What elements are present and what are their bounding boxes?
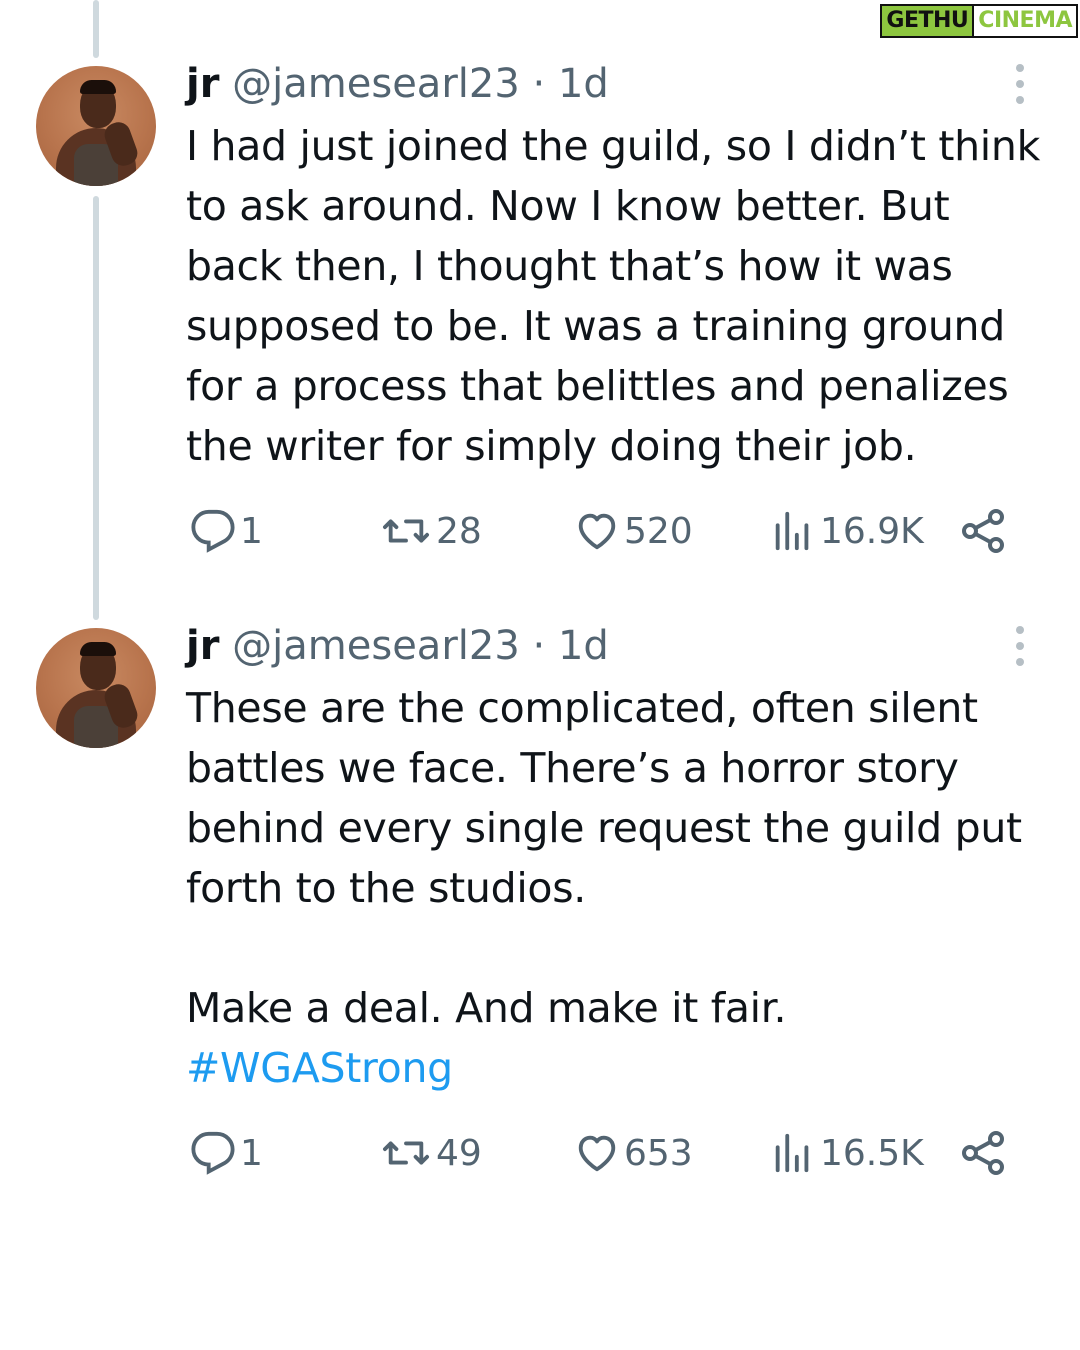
views-button[interactable]: 16.9K bbox=[770, 506, 924, 556]
tweet-text: I had just joined the guild, so I didn’t… bbox=[186, 116, 1056, 476]
tweet-text-line: back then, I thought that’s how it was bbox=[186, 242, 953, 290]
user-handle[interactable]: @jamesearl23 bbox=[232, 61, 520, 107]
tweet-header: jr @jamesearl23 · 1d bbox=[186, 622, 609, 670]
retweet-button[interactable]: 28 bbox=[380, 506, 482, 556]
watermark-logo: GETHU CINEMA bbox=[880, 4, 1078, 38]
tweet-actions: 1 28 520 16.9K bbox=[186, 506, 1026, 556]
reply-bubble-icon bbox=[190, 1130, 236, 1176]
timestamp[interactable]: 1d bbox=[558, 61, 609, 107]
like-count: 653 bbox=[624, 1132, 693, 1174]
tweet-text-line: These are the complicated, often silent bbox=[186, 684, 978, 732]
share-icon bbox=[960, 1129, 1008, 1177]
display-name[interactable]: jr bbox=[186, 61, 219, 107]
separator-dot: · bbox=[532, 623, 546, 669]
reply-button[interactable]: 1 bbox=[190, 1128, 263, 1178]
views-bar-chart-icon bbox=[770, 1130, 816, 1176]
heart-icon bbox=[574, 1130, 620, 1176]
tweet-text-line: supposed to be. It was a training ground bbox=[186, 302, 1005, 350]
tweet-text: These are the complicated, often silent … bbox=[186, 678, 1056, 1098]
tweet-text-line: the writer for simply doing their job. bbox=[186, 422, 917, 470]
tweet-text-line: forth to the studios. bbox=[186, 864, 586, 912]
tweet-text-line: I had just joined the guild, so I didn’t… bbox=[186, 122, 1041, 170]
share-button[interactable] bbox=[960, 1128, 1008, 1178]
retweet-count: 28 bbox=[436, 510, 482, 552]
reply-count: 1 bbox=[240, 1132, 263, 1174]
user-handle[interactable]: @jamesearl23 bbox=[232, 623, 520, 669]
watermark-right-text: CINEMA bbox=[972, 4, 1078, 38]
thread-line-connector bbox=[93, 196, 99, 620]
tweet-actions: 1 49 653 16.5K bbox=[186, 1128, 1026, 1178]
avatar[interactable] bbox=[36, 66, 156, 186]
like-button[interactable]: 653 bbox=[574, 1128, 693, 1178]
like-button[interactable]: 520 bbox=[574, 506, 693, 556]
retweet-icon bbox=[380, 1130, 432, 1176]
tweet-header: jr @jamesearl23 · 1d bbox=[186, 60, 609, 108]
tweet-text-line: battles we face. There’s a horror story bbox=[186, 744, 959, 792]
avatar[interactable] bbox=[36, 628, 156, 748]
more-vertical-icon[interactable] bbox=[1012, 64, 1028, 104]
timestamp[interactable]: 1d bbox=[558, 623, 609, 669]
hashtag-link[interactable]: #WGAStrong bbox=[186, 1038, 1056, 1098]
share-icon bbox=[960, 507, 1008, 555]
views-button[interactable]: 16.5K bbox=[770, 1128, 924, 1178]
tweet-text-line: to ask around. Now I know better. But bbox=[186, 182, 950, 230]
like-count: 520 bbox=[624, 510, 693, 552]
paragraph-break bbox=[186, 918, 1056, 978]
thread-line-top bbox=[93, 0, 99, 58]
reply-button[interactable]: 1 bbox=[190, 506, 263, 556]
share-button[interactable] bbox=[960, 506, 1008, 556]
retweet-icon bbox=[380, 508, 432, 554]
views-count: 16.5K bbox=[820, 1132, 924, 1174]
reply-count: 1 bbox=[240, 510, 263, 552]
separator-dot: · bbox=[532, 61, 546, 107]
tweet-text-line: Make a deal. And make it fair. bbox=[186, 984, 787, 1032]
tweet-text-line: behind every single request the guild pu… bbox=[186, 804, 1022, 852]
tweet-text-line: for a process that belittles and penaliz… bbox=[186, 362, 1009, 410]
views-bar-chart-icon bbox=[770, 508, 816, 554]
retweet-button[interactable]: 49 bbox=[380, 1128, 482, 1178]
reply-bubble-icon bbox=[190, 508, 236, 554]
views-count: 16.9K bbox=[820, 510, 924, 552]
retweet-count: 49 bbox=[436, 1132, 482, 1174]
display-name[interactable]: jr bbox=[186, 623, 219, 669]
more-vertical-icon[interactable] bbox=[1012, 626, 1028, 666]
heart-icon bbox=[574, 508, 620, 554]
watermark-left-text: GETHU bbox=[880, 4, 973, 38]
